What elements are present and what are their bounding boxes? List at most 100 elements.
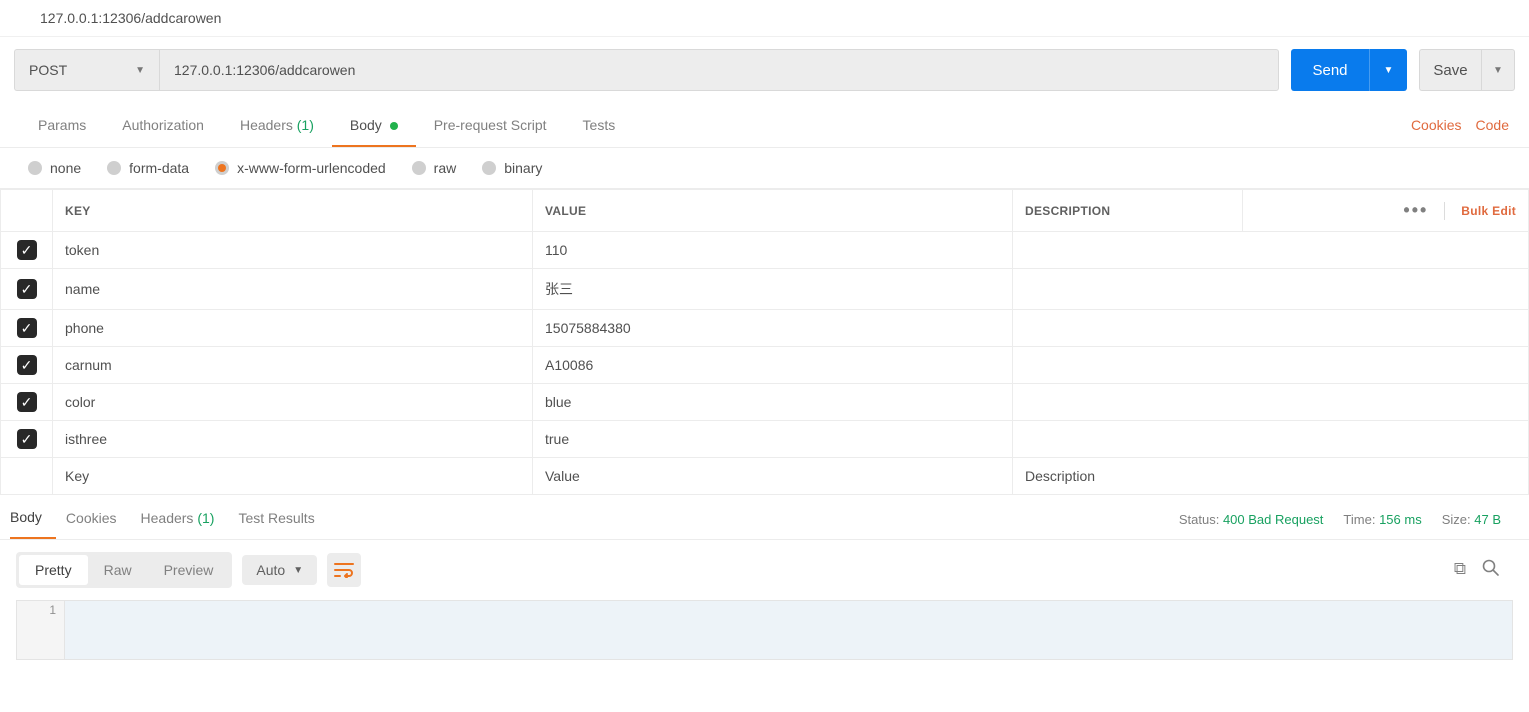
table-row-new: KeyValueDescription [1,458,1529,495]
view-pretty[interactable]: Pretty [19,555,88,585]
cell-desc[interactable] [1013,269,1529,310]
col-check [1,190,53,232]
cell-desc[interactable] [1013,310,1529,347]
checkbox-checked-icon[interactable]: ✓ [17,240,37,260]
editor-body[interactable] [65,601,1512,659]
view-preview[interactable]: Preview [148,555,230,585]
resp-tab-cookies[interactable]: Cookies [66,510,131,538]
more-icon[interactable]: ••• [1403,200,1428,221]
cell-key[interactable]: phone [53,310,533,347]
lang-label: Auto [256,562,285,578]
time-value: 156 ms [1379,512,1422,527]
tab-prerequest[interactable]: Pre-request Script [416,103,565,147]
radio-urlencoded[interactable]: x-www-form-urlencoded [215,160,386,176]
key-input[interactable]: Key [53,458,533,495]
table-row: ✓ phone15075884380 [1,310,1529,347]
col-key-header: KEY [53,190,533,232]
wrap-toggle[interactable] [327,553,361,587]
params-table: KEY VALUE DESCRIPTION ••• Bulk Edit ✓ tok… [0,189,1529,495]
tab-body[interactable]: Body [332,103,416,147]
value-input[interactable]: Value [533,458,1013,495]
body-type-row: none form-data x-www-form-urlencoded raw… [0,148,1529,189]
send-dropdown-button[interactable]: ▼ [1369,49,1407,91]
view-mode-group: Pretty Raw Preview [16,552,232,588]
checkbox-checked-icon[interactable]: ✓ [17,429,37,449]
cell-value[interactable]: true [533,421,1013,458]
tab-headers-count: (1) [297,117,314,133]
time-label: Time: [1343,512,1375,527]
separator [1444,202,1445,220]
view-raw[interactable]: Raw [88,555,148,585]
checkbox-checked-icon[interactable]: ✓ [17,392,37,412]
status-label: Status: [1179,512,1219,527]
bulk-edit-link[interactable]: Bulk Edit [1461,204,1516,218]
cell-key[interactable]: carnum [53,347,533,384]
tab-tests[interactable]: Tests [565,103,634,147]
save-button[interactable]: Save [1419,49,1481,91]
response-status-bar: Status: 400 Bad Request Time: 156 ms Siz… [1179,512,1519,537]
request-title: 127.0.0.1:12306/addcarowen [0,0,1529,37]
response-toolbar: Pretty Raw Preview Auto ▼ ⧉ [0,540,1529,600]
cookies-link[interactable]: Cookies [1411,117,1462,133]
radio-icon [107,161,121,175]
size-value: 47 B [1474,512,1501,527]
resp-tab-body[interactable]: Body [10,509,56,539]
tab-headers-label: Headers [240,117,293,133]
checkbox-checked-icon[interactable]: ✓ [17,318,37,338]
radio-none[interactable]: none [28,160,81,176]
tab-authorization[interactable]: Authorization [104,103,222,147]
tab-params[interactable]: Params [20,103,104,147]
cell-key[interactable]: name [53,269,533,310]
chevron-down-icon: ▼ [135,65,145,76]
request-tabs: Params Authorization Headers (1) Body Pr… [0,103,1529,148]
table-row: ✓ token110 [1,232,1529,269]
table-row: ✓ name张三 [1,269,1529,310]
checkbox-checked-icon[interactable]: ✓ [17,355,37,375]
url-input[interactable] [159,49,1279,91]
desc-input[interactable]: Description [1013,458,1529,495]
cell-key[interactable]: token [53,232,533,269]
response-editor[interactable]: 1 [16,600,1513,660]
cell-value[interactable]: 15075884380 [533,310,1013,347]
radio-raw[interactable]: raw [412,160,457,176]
send-button[interactable]: Send [1291,49,1369,91]
copy-icon[interactable]: ⧉ [1454,559,1466,581]
table-row: ✓ carnumA10086 [1,347,1529,384]
code-link[interactable]: Code [1476,117,1509,133]
col-value-header: VALUE [533,190,1013,232]
cell-value[interactable]: 张三 [533,269,1013,310]
resp-tab-headers-label: Headers [141,510,194,526]
resp-tab-headers-count: (1) [197,510,214,526]
save-dropdown-button[interactable]: ▼ [1481,49,1515,91]
radio-icon [28,161,42,175]
resp-tab-tests[interactable]: Test Results [238,510,328,538]
col-actions: ••• Bulk Edit [1242,190,1528,232]
table-row: ✓ colorblue [1,384,1529,421]
tab-headers[interactable]: Headers (1) [222,103,332,147]
radio-formdata[interactable]: form-data [107,160,189,176]
cell-desc[interactable] [1013,421,1529,458]
chevron-down-icon: ▼ [293,565,303,576]
search-icon[interactable] [1482,559,1499,581]
resp-tab-headers[interactable]: Headers (1) [141,510,229,538]
radio-binary[interactable]: binary [482,160,542,176]
radio-icon [412,161,426,175]
line-gutter: 1 [17,601,65,659]
cell-value[interactable]: blue [533,384,1013,421]
checkbox-checked-icon[interactable]: ✓ [17,279,37,299]
lang-select[interactable]: Auto ▼ [242,555,317,585]
status-value: 400 Bad Request [1223,512,1323,527]
cell-value[interactable]: A10086 [533,347,1013,384]
cell-desc[interactable] [1013,347,1529,384]
method-select[interactable]: POST ▼ [14,49,159,91]
tab-body-label: Body [350,117,382,133]
radio-icon [482,161,496,175]
table-row: ✓ isthreetrue [1,421,1529,458]
cell-desc[interactable] [1013,384,1529,421]
radio-selected-icon [215,161,229,175]
cell-key[interactable]: color [53,384,533,421]
cell-value[interactable]: 110 [533,232,1013,269]
cell-key[interactable]: isthree [53,421,533,458]
col-desc-header: DESCRIPTION [1013,190,1243,232]
cell-desc[interactable] [1013,232,1529,269]
